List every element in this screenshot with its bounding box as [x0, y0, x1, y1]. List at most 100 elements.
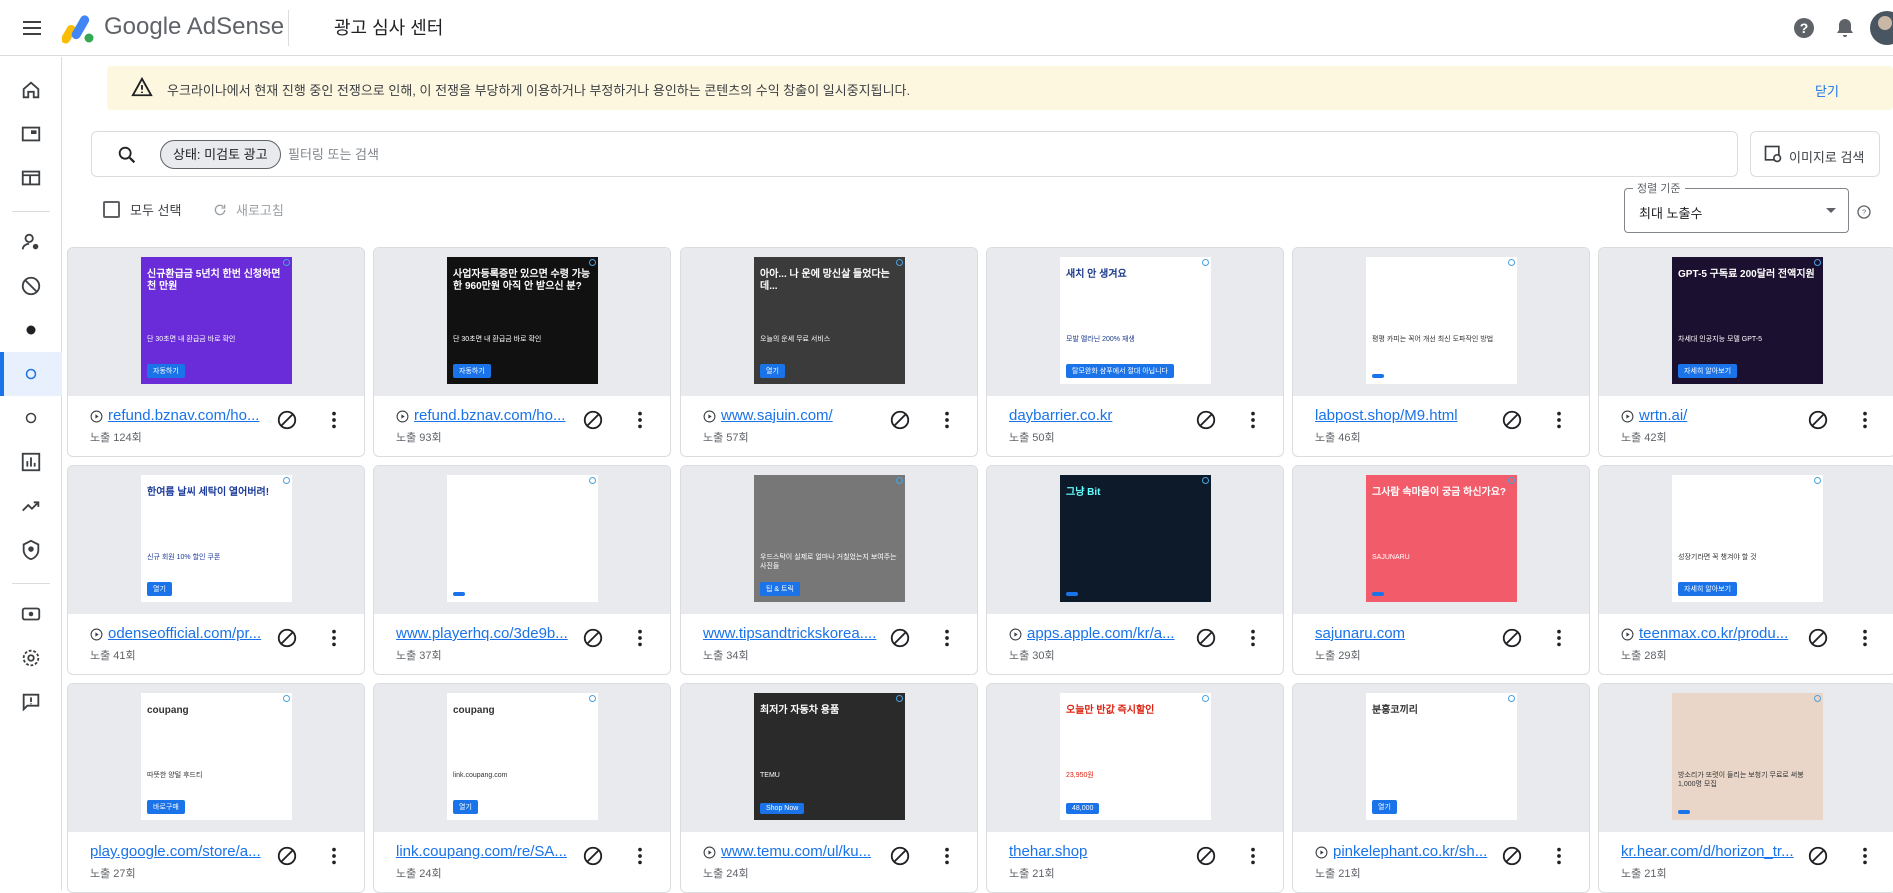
help-outline-icon[interactable]: ? — [1856, 204, 1872, 220]
more-vert-icon[interactable] — [323, 409, 345, 431]
trending-icon[interactable] — [0, 484, 62, 528]
more-vert-icon[interactable] — [936, 845, 958, 867]
ad-preview[interactable]: 새치 안 생겨요 모발 멜라닌 200% 재생 탈모완화 샴푸에서 절대 아닙니… — [987, 248, 1283, 396]
ad-preview[interactable] — [374, 466, 670, 614]
ad-url-link[interactable]: kr.hear.com/d/horizon_tr... — [1621, 843, 1799, 860]
block-icon[interactable] — [1501, 409, 1523, 431]
block-icon[interactable] — [1807, 627, 1829, 649]
ad-preview[interactable]: 방소리가 또렷이 들리는 보청기 무료로 써봉 1,000명 모집 — [1599, 684, 1893, 832]
ad-preview[interactable]: 아아... 나 운에 망신살 들었다는데... 오늘의 운세 무료 서비스 열기 — [681, 248, 977, 396]
ad-card[interactable]: 신규환급금 5년치 한번 신청하면 천 만원 단 30초면 내 환급금 바로 확… — [67, 247, 365, 457]
ad-preview[interactable]: coupang 따뜻한 양털 후드티 바로구매 — [68, 684, 364, 832]
block-icon[interactable] — [1195, 845, 1217, 867]
more-vert-icon[interactable] — [629, 845, 651, 867]
ad-preview[interactable]: 신규환급금 5년치 한번 신청하면 천 만원 단 30초면 내 환급금 바로 확… — [68, 248, 364, 396]
ad-url-link[interactable]: apps.apple.com/kr/a... — [1027, 625, 1187, 642]
ad-preview[interactable]: 사업자등록증만 있으면 수령 가능한 960만원 아직 안 받으신 분? 단 3… — [374, 248, 670, 396]
circle-icon[interactable] — [0, 396, 62, 440]
ad-preview[interactable]: 우드스탁이 실제로 얼마나 거칠었는지 보여주는 사진들 팁 & 트릭 — [681, 466, 977, 614]
banner-close-button[interactable]: 닫기 — [1815, 81, 1839, 100]
ad-card[interactable]: 새치 안 생겨요 모발 멜라닌 200% 재생 탈모완화 샴푸에서 절대 아닙니… — [986, 247, 1284, 457]
ad-card[interactable]: 사업자등록증만 있으면 수령 가능한 960만원 아직 안 받으신 분? 단 3… — [373, 247, 671, 457]
block-icon[interactable] — [889, 627, 911, 649]
more-vert-icon[interactable] — [1242, 409, 1264, 431]
more-vert-icon[interactable] — [1548, 409, 1570, 431]
avatar[interactable] — [1870, 11, 1893, 45]
ad-card[interactable]: www.playerhq.co/3de9b... 노출 37회 — [373, 465, 671, 675]
ad-card[interactable]: 한여름 날씨 세탁이 열어버려! 신규 회원 10% 할인 쿠폰 열기 oden… — [67, 465, 365, 675]
sort-select[interactable]: 정렬 기준 최대 노출수 — [1624, 180, 1849, 233]
ad-card[interactable]: 그냥 Bit apps.apple.com/kr/a... 노출 30회 — [986, 465, 1284, 675]
brand-name[interactable]: Google AdSense — [104, 13, 284, 41]
ad-card[interactable]: coupang link.coupang.com 열기 link.coupang… — [373, 683, 671, 893]
ad-card[interactable]: 우드스탁이 실제로 얼마나 거칠었는지 보여주는 사진들 팁 & 트릭 www.… — [680, 465, 978, 675]
ads-icon[interactable] — [0, 112, 62, 156]
privacy-icon[interactable] — [0, 220, 62, 264]
block-icon[interactable] — [889, 845, 911, 867]
ad-url-link[interactable]: odenseofficial.com/pr... — [108, 625, 268, 642]
ad-url-link[interactable]: www.sajuin.com/ — [721, 407, 881, 424]
block-icon[interactable] — [276, 409, 298, 431]
bell-icon[interactable] — [1833, 16, 1857, 40]
more-vert-icon[interactable] — [629, 627, 651, 649]
ad-card[interactable]: 방소리가 또렷이 들리는 보청기 무료로 써봉 1,000명 모집 kr.hea… — [1598, 683, 1893, 893]
ad-card[interactable]: 그사람 속마음이 궁금 하신가요? SAJUNARU sajunaru.com … — [1292, 465, 1590, 675]
ad-preview[interactable]: GPT-5 구독료 200달러 전액지원 차세대 인공지능 모델 GPT-5 자… — [1599, 248, 1893, 396]
ad-url-link[interactable]: link.coupang.com/re/SA... — [396, 843, 574, 860]
block-icon[interactable] — [582, 845, 604, 867]
more-vert-icon[interactable] — [1854, 845, 1876, 867]
search-input[interactable] — [288, 132, 1688, 176]
block-icon[interactable] — [889, 409, 911, 431]
more-vert-icon[interactable] — [1548, 627, 1570, 649]
sites-icon[interactable] — [0, 156, 62, 200]
more-vert-icon[interactable] — [1854, 627, 1876, 649]
ad-url-link[interactable]: refund.bznav.com/ho... — [414, 407, 574, 424]
block-icon[interactable] — [1501, 845, 1523, 867]
settings-icon[interactable] — [0, 636, 62, 680]
ad-preview[interactable]: coupang link.coupang.com 열기 — [374, 684, 670, 832]
search-icon[interactable] — [116, 144, 138, 166]
ad-card[interactable]: 오늘만 반값 즉시할인 23,950원 48,000 thehar.shop 노… — [986, 683, 1284, 893]
ad-card[interactable]: 최저가 자동차 용품 TEMU Shop Now www.temu.com/ul… — [680, 683, 978, 893]
more-vert-icon[interactable] — [629, 409, 651, 431]
block-icon[interactable] — [276, 627, 298, 649]
ad-preview[interactable]: 분홍코끼리 열기 — [1293, 684, 1589, 832]
ad-preview[interactable]: 최저가 자동차 용품 TEMU Shop Now — [681, 684, 977, 832]
ad-url-link[interactable]: refund.bznav.com/ho... — [108, 407, 268, 424]
more-vert-icon[interactable] — [323, 627, 345, 649]
ad-url-link[interactable]: wrtn.ai/ — [1639, 407, 1799, 424]
reports-icon[interactable] — [0, 440, 62, 484]
ad-url-link[interactable]: labpost.shop/M9.html — [1315, 407, 1493, 424]
block-controls-icon[interactable] — [0, 264, 62, 308]
more-vert-icon[interactable] — [1548, 845, 1570, 867]
status-filter-chip[interactable]: 상태: 미검토 광고 — [160, 140, 281, 169]
home-icon[interactable] — [0, 68, 62, 112]
ad-preview[interactable]: 오늘만 반값 즉시할인 23,950원 48,000 — [987, 684, 1283, 832]
menu-icon[interactable] — [20, 16, 44, 40]
block-icon[interactable] — [276, 845, 298, 867]
checkbox[interactable] — [103, 201, 120, 218]
more-vert-icon[interactable] — [323, 845, 345, 867]
ad-card[interactable]: 분홍코끼리 열기 pinkelephant.co.kr/sh... 노출 21회 — [1292, 683, 1590, 893]
refresh-button[interactable]: 새로고침 — [212, 200, 284, 219]
block-icon[interactable] — [1195, 409, 1217, 431]
feedback-icon[interactable] — [0, 680, 62, 724]
ad-preview[interactable]: 한여름 날씨 세탁이 열어버려! 신규 회원 10% 할인 쿠폰 열기 — [68, 466, 364, 614]
select-all-checkbox[interactable]: 모두 선택 — [103, 200, 181, 219]
policy-icon[interactable] — [0, 528, 62, 572]
ad-card[interactable]: coupang 따뜻한 양털 후드티 바로구매 play.google.com/… — [67, 683, 365, 893]
payments-icon[interactable] — [0, 592, 62, 636]
block-icon[interactable] — [1807, 845, 1829, 867]
block-icon[interactable] — [1195, 627, 1217, 649]
help-icon[interactable]: ? — [1792, 16, 1816, 40]
ad-preview[interactable]: 성장기라면 꼭 챙겨야 할 것 자세히 알아보기 — [1599, 466, 1893, 614]
ad-url-link[interactable]: thehar.shop — [1009, 843, 1187, 860]
more-vert-icon[interactable] — [1242, 627, 1264, 649]
more-vert-icon[interactable] — [936, 627, 958, 649]
more-vert-icon[interactable] — [936, 409, 958, 431]
ad-url-link[interactable]: daybarrier.co.kr — [1009, 407, 1187, 424]
ad-preview[interactable]: 그냥 Bit — [987, 466, 1283, 614]
ad-card[interactable]: 성장기라면 꼭 챙겨야 할 것 자세히 알아보기 teenmax.co.kr/p… — [1598, 465, 1893, 675]
ad-card[interactable]: 아아... 나 운에 망신살 들었다는데... 오늘의 운세 무료 서비스 열기… — [680, 247, 978, 457]
ad-preview[interactable]: 평평 카피는 꼭어 개선 최신 도파작인 방법 — [1293, 248, 1589, 396]
